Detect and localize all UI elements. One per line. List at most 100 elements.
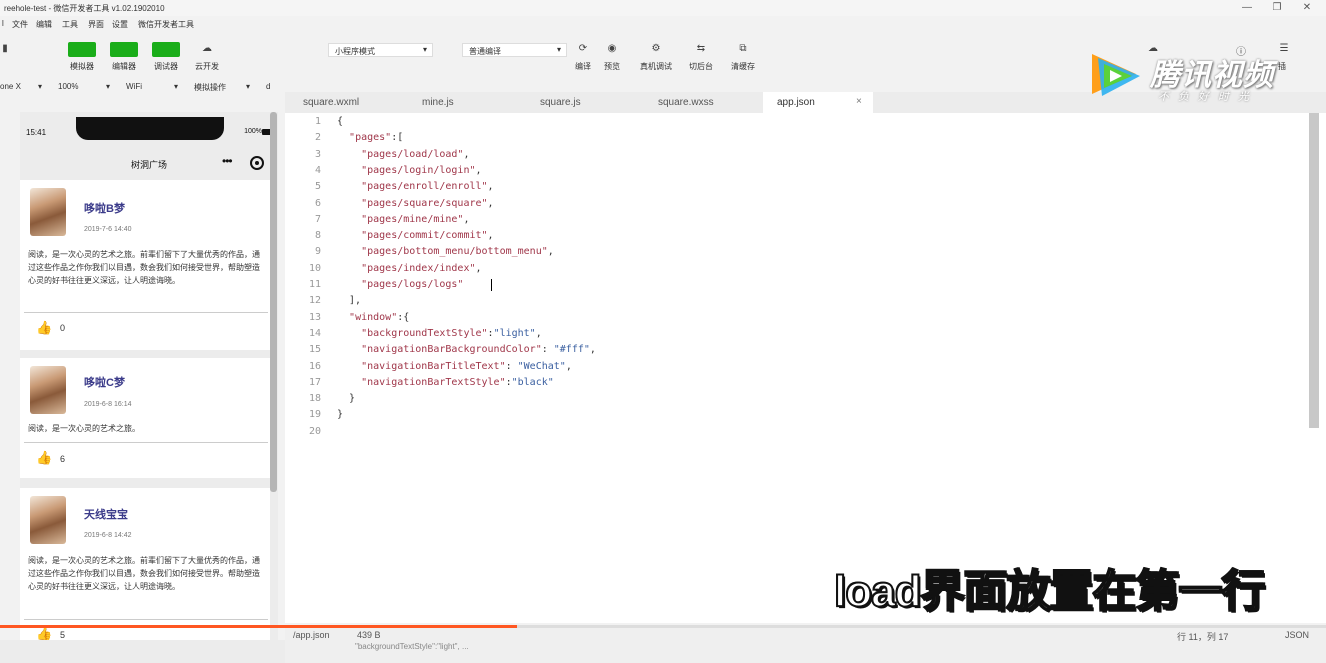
avatar-icon[interactable]: ▮	[0, 43, 20, 54]
refresh-icon[interactable]: ⟳	[568, 43, 598, 54]
bug-icon[interactable]: ⚙	[641, 43, 671, 54]
tab-square-wxml[interactable]: square.wxml	[303, 92, 413, 113]
code-line: "pages/mine/mine",	[361, 213, 470, 225]
code-line: "navigationBarTextStyle":"black"	[361, 376, 554, 388]
line-number: 8	[314, 230, 321, 242]
simulator-scrollbar[interactable]	[270, 112, 277, 492]
preview-label: 预览	[604, 62, 620, 71]
title-bar: reehole-test - 微信开发者工具 v1.02.1902010 — ❐…	[0, 0, 1326, 16]
post-author: 哆啦C梦	[84, 377, 125, 389]
avatar	[30, 496, 66, 544]
simbar-separator: d	[266, 82, 271, 91]
post-content: 阅读，是一次心灵的艺术之旅。	[28, 424, 140, 433]
code-editor[interactable]: 1 2 3 4 5 6 7 8 9 10 11 12 13 14 15 16 17 18 19 20 { "pages…	[285, 113, 1326, 623]
phone-simulator: 15:41 100% 树洞广场 ••• 哆啦B梦 2019-7-6 14:40 …	[20, 112, 278, 663]
post-author: 哆啦B梦	[84, 203, 125, 215]
line-number: 14	[308, 327, 321, 339]
post-content: 阅读，是一次心灵的艺术之旅。前辈们留下了大量优秀的作品，通过这些作品之作你我们以…	[28, 556, 260, 591]
editor-label: 编辑器	[112, 62, 136, 71]
code-line: "pages/index/index",	[361, 262, 482, 274]
eye-icon[interactable]: ◉	[597, 43, 627, 54]
post-time: 2019-7-6 14:40	[84, 226, 132, 233]
line-number: 17	[308, 376, 321, 388]
post-card[interactable]: 哆啦C梦 2019-6-8 16:14 阅读，是一次心灵的艺术之旅。 👍 6	[20, 358, 270, 478]
app-window: reehole-test - 微信开发者工具 v1.02.1902010 — ❐…	[0, 0, 1326, 663]
simulator-toggle-button[interactable]	[68, 42, 96, 57]
switch-icon[interactable]: ⇆	[686, 43, 716, 54]
code-line: "pages/square/square",	[361, 197, 494, 209]
code-line: "pages/load/load",	[361, 148, 470, 160]
debugger-toggle-button[interactable]	[152, 42, 180, 57]
menu-item-edit[interactable]: 编辑	[36, 19, 52, 30]
line-number: 4	[314, 164, 321, 176]
code-line: "pages":[	[349, 132, 404, 144]
status-encoding: JSON	[1285, 630, 1310, 640]
thumbs-up-icon[interactable]: 👍	[36, 450, 52, 466]
status-size: 439 B	[357, 630, 381, 640]
post-content: 阅读，是一次心灵的艺术之旅。前辈们留下了大量优秀的作品，通过这些作品之作你我们以…	[28, 250, 260, 285]
code-line: }	[337, 393, 356, 405]
chevron-down-icon: ▾	[422, 45, 427, 54]
like-count: 6	[60, 454, 66, 464]
post-divider	[24, 312, 268, 313]
menu-item-l[interactable]: l	[2, 19, 4, 28]
editor-toggle-button[interactable]	[110, 42, 138, 57]
compile-mode-select[interactable]: 普通编译 ▾	[462, 43, 567, 57]
line-number: 1	[314, 116, 321, 127]
debugger-label: 调试器	[154, 62, 178, 71]
device-select[interactable]: one X	[0, 82, 21, 91]
simulate-operation-select[interactable]: 模拟操作	[194, 82, 226, 93]
line-number: 6	[314, 197, 321, 209]
menu-item-wechat-devtools[interactable]: 微信开发者工具	[138, 19, 194, 30]
menu-item-view[interactable]: 界面	[88, 19, 104, 30]
post-card[interactable]: 哆啦B梦 2019-7-6 14:40 阅读，是一次心灵的艺术之旅。前辈们留下了…	[20, 180, 270, 350]
code-line: {	[337, 116, 344, 127]
chevron-down-icon: ▾	[556, 45, 561, 54]
line-number: 16	[308, 360, 321, 372]
menu-item-tools[interactable]: 工具	[62, 19, 78, 30]
thumbs-up-icon[interactable]: 👍	[36, 320, 52, 336]
zoom-select[interactable]: 100%	[58, 82, 78, 91]
code-line: "pages/logs/logs"	[361, 279, 464, 290]
compile-mode-value: 普通编译	[469, 47, 501, 56]
close-button[interactable]: ✕	[1300, 2, 1314, 13]
maximize-button[interactable]: ❐	[1270, 2, 1284, 13]
tab-mine-js[interactable]: mine.js	[422, 92, 532, 113]
code-line: "backgroundTextStyle":"light",	[361, 327, 542, 339]
status-file: /app.json	[293, 630, 330, 640]
menu-bar: l 文件 编辑 工具 界面 设置 微信开发者工具	[0, 17, 1326, 31]
line-number-gutter: 1 2 3 4 5 6 7 8 9 10 11 12 13 14 15 16 17 18 19 20	[285, 113, 325, 623]
menu-item-file[interactable]: 文件	[12, 19, 28, 30]
capsule-close-icon[interactable]	[250, 156, 264, 170]
chevron-down-icon: ▾	[106, 82, 111, 91]
network-select[interactable]: WiFi	[126, 82, 142, 91]
layers-icon[interactable]: ⧉	[728, 43, 758, 54]
mode-select[interactable]: 小程序模式 ▾	[328, 43, 433, 57]
chevron-down-icon: ▾	[174, 82, 179, 91]
like-count: 5	[60, 630, 66, 640]
post-divider	[24, 442, 268, 443]
editor-scrollbar[interactable]	[1309, 113, 1319, 428]
post-time: 2019-6-8 16:14	[84, 401, 132, 408]
minimize-button[interactable]: —	[1240, 2, 1254, 13]
line-number: 2	[314, 132, 321, 144]
line-number: 11	[308, 279, 321, 290]
status-battery-text: 100%	[244, 128, 262, 135]
more-icon[interactable]: •••	[222, 154, 233, 168]
tab-square-wxss[interactable]: square.wxss	[658, 92, 768, 113]
close-icon[interactable]: ×	[856, 96, 862, 107]
post-card[interactable]: 天线宝宝 2019-6-8 14:42 阅读，是一次心灵的艺术之旅。前辈们留下了…	[20, 488, 270, 663]
code-line: "navigationBarBackgroundColor": "#fff",	[361, 344, 596, 356]
code-line: "navigationBarTitleText": "WeChat",	[361, 360, 572, 372]
code-line: "pages/commit/commit",	[361, 230, 494, 242]
simulator-bar: one X ▾ 100% ▾ WiFi ▾ 模拟操作 ▾ d	[0, 78, 280, 94]
status-position: 行 11，列 17	[1177, 632, 1229, 642]
menu-item-settings[interactable]: 设置	[112, 19, 128, 30]
video-subtitle: load界面放置在第一行	[833, 566, 1266, 617]
cloud-icon[interactable]: ☁	[192, 43, 222, 54]
line-number: 18	[308, 393, 321, 405]
real-debug-label: 真机调试	[640, 62, 672, 71]
code-line: "pages/bottom_menu/bottom_menu",	[361, 246, 554, 258]
tab-square-js[interactable]: square.js	[540, 92, 650, 113]
tencent-video-logo	[1092, 54, 1140, 96]
